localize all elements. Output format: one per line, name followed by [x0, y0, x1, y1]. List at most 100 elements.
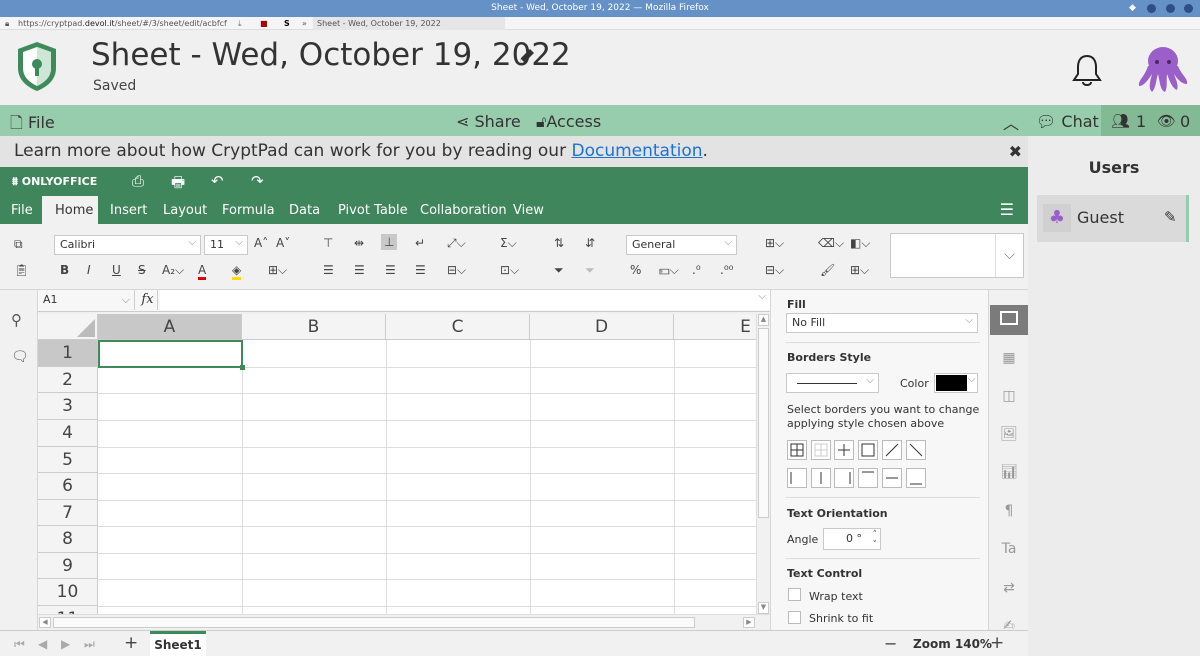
- prev-sheet-icon[interactable]: ◀: [38, 637, 47, 651]
- fill-select[interactable]: No Fill: [786, 312, 978, 333]
- close-banner-icon[interactable]: ✖: [1009, 136, 1022, 167]
- inner-borders-button[interactable]: [834, 440, 854, 460]
- angle-input[interactable]: 0 ° ˄ ˅: [823, 528, 881, 550]
- left-border-button[interactable]: [787, 468, 807, 488]
- border-line-select[interactable]: [786, 372, 879, 393]
- paragraph-settings-icon[interactable]: ¶: [999, 503, 1019, 519]
- align-center-icon[interactable]: ☰: [354, 263, 365, 277]
- last-sheet-icon[interactable]: ⏭: [84, 637, 95, 652]
- paste-icon[interactable]: 📋︎: [14, 263, 29, 277]
- conditional-format-icon[interactable]: ◧⌵: [850, 236, 870, 250]
- minimize-button[interactable]: [1147, 4, 1156, 13]
- tab-formula[interactable]: Formula: [222, 203, 275, 218]
- cell-settings-tab[interactable]: [990, 305, 1028, 335]
- hamburger-menu-icon[interactable]: ☰: [1000, 200, 1014, 219]
- horizontal-scrollbar[interactable]: ◀ ▶: [38, 614, 770, 630]
- scroll-right-arrow[interactable]: ▶: [743, 617, 755, 628]
- table-settings-icon[interactable]: ▦: [999, 350, 1019, 366]
- text-art-settings-icon[interactable]: Ta: [999, 541, 1019, 557]
- insert-cells-icon[interactable]: ⊞⌵: [765, 236, 784, 250]
- text-orientation-icon[interactable]: ⤢⌵: [447, 236, 466, 250]
- all-borders-button[interactable]: [787, 440, 807, 460]
- scroll-thumb[interactable]: [53, 617, 695, 628]
- clear-icon[interactable]: ⌫⌵: [818, 236, 844, 250]
- scroll-thumb[interactable]: [758, 328, 769, 518]
- right-border-button[interactable]: [834, 468, 854, 488]
- column-header[interactable]: A: [98, 314, 242, 340]
- pivot-settings-icon[interactable]: ⇄: [999, 580, 1019, 596]
- number-format-select[interactable]: General: [626, 234, 737, 255]
- edit-title-pencil-icon[interactable]: [517, 46, 537, 66]
- column-header[interactable]: D: [530, 314, 674, 340]
- chart-settings-icon[interactable]: 📊︎: [999, 464, 1019, 480]
- userlist-toggle[interactable]: 👥︎ 1 👁︎ 0: [1101, 105, 1200, 136]
- diagonal-down-border-button[interactable]: [906, 440, 926, 460]
- format-as-table-icon[interactable]: ⊞⌵: [850, 263, 869, 277]
- clear-filter-icon[interactable]: ⏷: [585, 263, 595, 277]
- access-button[interactable]: 🔓︎Access: [536, 112, 601, 132]
- row-header[interactable]: 1: [38, 340, 98, 367]
- row-header[interactable]: 11: [38, 606, 98, 614]
- inner-borders-light-button[interactable]: [811, 440, 831, 460]
- currency-icon[interactable]: 💵︎⌵: [659, 263, 679, 277]
- user-entry[interactable]: ♣ Guest ✎: [1037, 195, 1189, 242]
- tabs-overflow-button[interactable]: »: [302, 17, 307, 30]
- align-middle-icon[interactable]: ⇹: [354, 236, 364, 250]
- align-bottom-icon[interactable]: ⊥: [381, 234, 398, 250]
- vertical-scrollbar[interactable]: ▲ ▼: [756, 314, 770, 614]
- align-top-icon[interactable]: ⊤: [323, 236, 333, 250]
- borders-icon[interactable]: ⊞⌵: [268, 263, 287, 277]
- italic-icon[interactable]: I: [87, 263, 91, 277]
- fill-color-icon[interactable]: ◈: [232, 263, 242, 280]
- horizontal-inner-border-button[interactable]: [882, 468, 902, 488]
- increase-decimal-icon[interactable]: .⁰⁰: [720, 263, 733, 277]
- font-size-select[interactable]: 11: [204, 234, 248, 255]
- browser-tab[interactable]: Sheet - Wed, October 19, 2022: [313, 17, 505, 30]
- url-field[interactable]: https://cryptpad.devol.it/sheet/#/3/shee…: [18, 17, 227, 30]
- column-header[interactable]: B: [242, 314, 386, 340]
- row-header[interactable]: 7: [38, 500, 98, 526]
- shrink-to-fit-checkbox[interactable]: [788, 611, 801, 624]
- autosum-icon[interactable]: Σ⌵: [500, 236, 517, 250]
- comments-icon[interactable]: 🗨︎: [11, 349, 29, 365]
- increase-font-icon[interactable]: A˄: [254, 236, 268, 250]
- ublock-icon[interactable]: ■: [260, 17, 268, 30]
- collapse-chevron-up-icon[interactable]: ︿: [1003, 110, 1019, 134]
- image-settings-icon[interactable]: 🖼︎: [999, 426, 1019, 442]
- documentation-link[interactable]: Documentation: [571, 141, 702, 161]
- search-icon[interactable]: ⚲: [11, 311, 22, 329]
- tab-layout[interactable]: Layout: [163, 203, 207, 218]
- decrease-font-icon[interactable]: A˅: [276, 236, 290, 250]
- tab-data[interactable]: Data: [289, 203, 320, 218]
- column-header[interactable]: E: [674, 314, 756, 340]
- font-color-icon[interactable]: A: [198, 263, 207, 280]
- diagonal-up-border-button[interactable]: [882, 440, 902, 460]
- tab-home[interactable]: Home: [55, 203, 93, 218]
- scroll-left-arrow[interactable]: ◀: [39, 617, 51, 628]
- user-avatar-octopus-icon[interactable]: [1136, 44, 1190, 94]
- shape-settings-icon[interactable]: ◫: [999, 388, 1019, 404]
- spinner-down-icon[interactable]: ˅: [873, 535, 878, 555]
- merge-cells-icon[interactable]: ⊟⌵: [447, 263, 466, 277]
- share-button[interactable]: ⋖ Share: [456, 112, 521, 131]
- bottom-border-button[interactable]: [906, 468, 926, 488]
- copy-icon[interactable]: ⧉: [14, 237, 23, 251]
- zoom-out-icon[interactable]: −: [884, 634, 897, 653]
- border-color-picker[interactable]: ⌵: [934, 373, 978, 393]
- file-menu[interactable]: 🗋︎ File: [10, 112, 55, 139]
- top-border-button[interactable]: [858, 468, 878, 488]
- expand-formula-icon[interactable]: ⌵: [758, 291, 766, 302]
- edit-name-pencil-icon[interactable]: ✎: [1164, 208, 1177, 226]
- sheet-tab[interactable]: Sheet1: [150, 631, 206, 656]
- subscript-icon[interactable]: A₂⌵: [162, 263, 184, 277]
- outer-borders-button[interactable]: [858, 440, 878, 460]
- named-ranges-icon[interactable]: ⊡⌵: [500, 263, 519, 277]
- column-header[interactable]: C: [386, 314, 530, 340]
- next-sheet-icon[interactable]: ▶: [61, 637, 70, 651]
- extension-icon[interactable]: S: [284, 17, 290, 30]
- cell-styles-gallery[interactable]: ⌵: [890, 233, 1024, 278]
- cryptpad-logo-icon[interactable]: [16, 40, 58, 92]
- underline-icon[interactable]: U: [112, 263, 121, 277]
- copy-style-icon[interactable]: 🖌︎: [820, 263, 835, 277]
- filter-icon[interactable]: ⏷: [554, 263, 564, 277]
